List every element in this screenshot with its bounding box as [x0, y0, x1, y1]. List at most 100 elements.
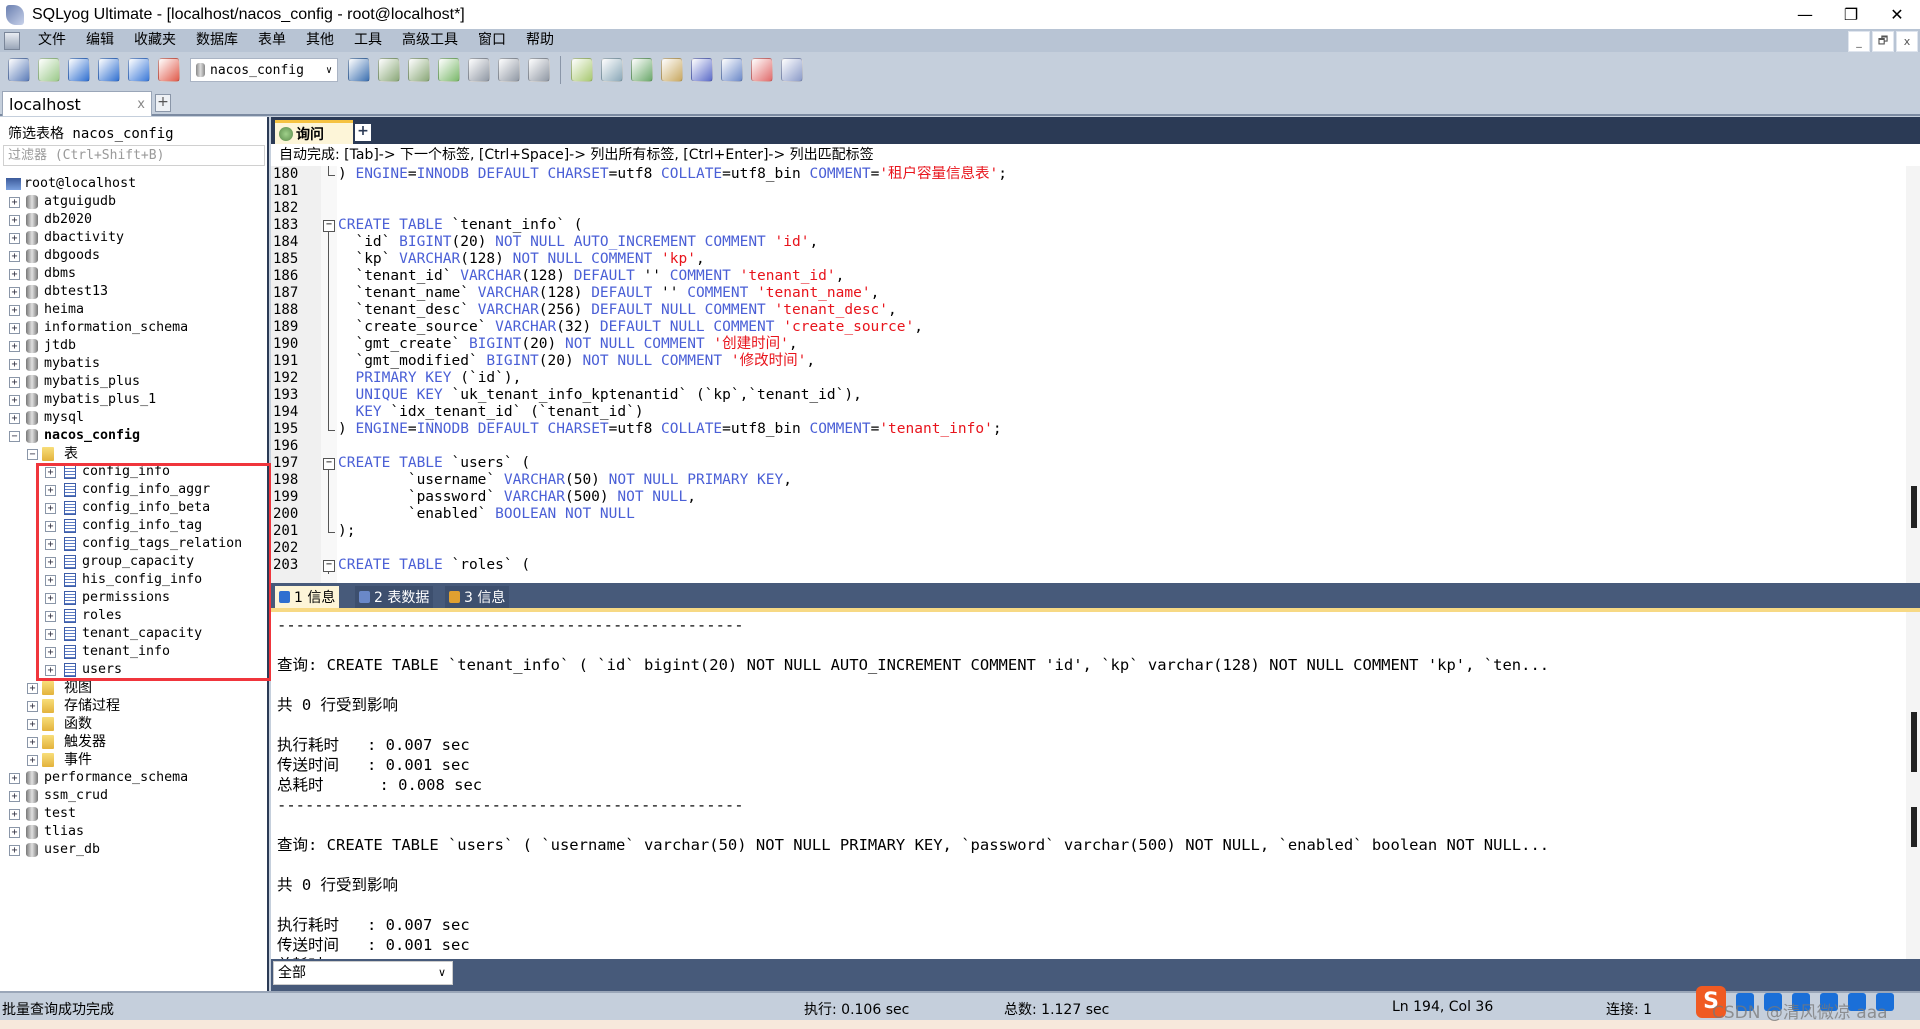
- tree-item[interactable]: + mybatis_plus: [0, 373, 267, 391]
- menu-item[interactable]: 高级工具: [392, 29, 468, 52]
- tree-item[interactable]: + dbgoods: [0, 247, 267, 265]
- fold-toggle-icon[interactable]: [321, 557, 337, 574]
- scrollbar-thumb[interactable]: [1911, 486, 1917, 528]
- expand-icon[interactable]: +: [27, 737, 38, 748]
- execute-query-icon[interactable]: [68, 58, 90, 82]
- schedule-icon[interactable]: [751, 58, 773, 82]
- tree-item[interactable]: − nacos_config: [0, 427, 267, 445]
- tree-item[interactable]: + tlias: [0, 823, 267, 841]
- tree-item[interactable]: + mybatis_plus_1: [0, 391, 267, 409]
- expand-icon[interactable]: +: [9, 251, 20, 262]
- expand-icon[interactable]: +: [9, 413, 20, 424]
- tree-item[interactable]: root@localhost: [0, 175, 267, 193]
- tree-item[interactable]: + dbms: [0, 265, 267, 283]
- tree-item[interactable]: + group_capacity: [0, 553, 267, 571]
- connection-manager-icon[interactable]: [8, 58, 30, 82]
- expand-icon[interactable]: +: [9, 197, 20, 208]
- menu-item[interactable]: 帮助: [516, 29, 564, 52]
- database-select[interactable]: nacos_config ∨: [190, 58, 338, 82]
- tree-item[interactable]: + config_info_aggr: [0, 481, 267, 499]
- expand-icon[interactable]: +: [27, 701, 38, 712]
- expand-icon[interactable]: +: [45, 629, 56, 640]
- expand-icon[interactable]: +: [45, 503, 56, 514]
- tree-item[interactable]: + mybatis: [0, 355, 267, 373]
- tree-item[interactable]: + mysql: [0, 409, 267, 427]
- menu-item[interactable]: 窗口: [468, 29, 516, 52]
- table-data-icon[interactable]: [498, 58, 520, 82]
- menu-item[interactable]: 其他: [296, 29, 344, 52]
- result-tab[interactable]: 2 表数据: [355, 586, 434, 608]
- expand-icon[interactable]: +: [9, 359, 20, 370]
- expand-icon[interactable]: +: [9, 377, 20, 388]
- expand-icon[interactable]: +: [45, 467, 56, 478]
- user-manager-icon[interactable]: [348, 58, 370, 82]
- expand-icon[interactable]: +: [27, 683, 38, 694]
- tree-item[interactable]: + users: [0, 661, 267, 679]
- tree-item[interactable]: + ssm_crud: [0, 787, 267, 805]
- tree-item[interactable]: + 存储过程: [0, 697, 267, 715]
- minimize-button[interactable]: —: [1782, 0, 1828, 29]
- execute-all-icon[interactable]: [98, 58, 120, 82]
- result-tab[interactable]: 1 信息: [275, 586, 340, 608]
- close-button[interactable]: ✕: [1874, 0, 1920, 29]
- report-icon[interactable]: [721, 58, 743, 82]
- expand-icon[interactable]: +: [45, 485, 56, 496]
- expand-icon[interactable]: +: [27, 755, 38, 766]
- scrollbar-thumb[interactable]: [1911, 712, 1917, 772]
- expand-icon[interactable]: +: [45, 557, 56, 568]
- compare-icon[interactable]: [631, 58, 653, 82]
- tree-item[interactable]: + user_db: [0, 841, 267, 859]
- result-tab[interactable]: 3 信息: [445, 586, 510, 608]
- tree-item[interactable]: + his_config_info: [0, 571, 267, 589]
- collapse-icon[interactable]: −: [9, 431, 20, 442]
- expand-icon[interactable]: +: [9, 395, 20, 406]
- menu-item[interactable]: 表单: [248, 29, 296, 52]
- tree-item[interactable]: + dbtest13: [0, 283, 267, 301]
- expand-icon[interactable]: +: [9, 827, 20, 838]
- tree-item[interactable]: + roles: [0, 607, 267, 625]
- expand-icon[interactable]: +: [9, 341, 20, 352]
- expand-icon[interactable]: +: [9, 233, 20, 244]
- tree-item[interactable]: + 函数: [0, 715, 267, 733]
- db-sync-icon[interactable]: [601, 58, 623, 82]
- menu-item[interactable]: 工具: [344, 29, 392, 52]
- tab-query[interactable]: 询问: [275, 120, 353, 144]
- backup-icon[interactable]: [378, 58, 400, 82]
- tree-item[interactable]: + permissions: [0, 589, 267, 607]
- result-filter-select[interactable]: 全部 ∨: [273, 961, 453, 985]
- tree-item[interactable]: + 视图: [0, 679, 267, 697]
- tree-item[interactable]: + 事件: [0, 751, 267, 769]
- tree-item[interactable]: + config_info_beta: [0, 499, 267, 517]
- query-builder-icon[interactable]: [691, 58, 713, 82]
- menu-item[interactable]: 文件: [28, 29, 76, 52]
- import-icon[interactable]: [438, 58, 460, 82]
- sql-editor[interactable]: 180) ENGINE=INNODB DEFAULT CHARSET=utf8 …: [271, 166, 1920, 583]
- tree-item[interactable]: + config_info: [0, 463, 267, 481]
- expand-icon[interactable]: +: [9, 215, 20, 226]
- tree-item[interactable]: − 表: [0, 445, 267, 463]
- fold-toggle-icon[interactable]: [321, 217, 337, 234]
- expand-icon[interactable]: +: [9, 287, 20, 298]
- close-tab-icon[interactable]: x: [137, 97, 145, 112]
- expand-icon[interactable]: +: [9, 791, 20, 802]
- tree-item[interactable]: + information_schema: [0, 319, 267, 337]
- menu-item[interactable]: 收藏夹: [124, 29, 186, 52]
- expand-icon[interactable]: +: [45, 611, 56, 622]
- expand-icon[interactable]: +: [9, 809, 20, 820]
- tree-item[interactable]: + config_info_tag: [0, 517, 267, 535]
- expand-icon[interactable]: +: [9, 269, 20, 280]
- sql-script-icon[interactable]: [571, 58, 593, 82]
- schema-designer-icon[interactable]: [158, 58, 180, 82]
- mdi-minimize-button[interactable]: _: [1848, 31, 1870, 52]
- tree-item[interactable]: + performance_schema: [0, 769, 267, 787]
- expand-icon[interactable]: +: [9, 845, 20, 856]
- scrollbar-thumb[interactable]: [1911, 807, 1917, 847]
- expand-icon[interactable]: +: [9, 323, 20, 334]
- expand-icon[interactable]: +: [45, 521, 56, 532]
- mdi-restore-button[interactable]: 🗗: [1872, 31, 1894, 52]
- execute-edit-icon[interactable]: [128, 58, 150, 82]
- restore-button[interactable]: ❐: [1828, 0, 1874, 29]
- fold-toggle-icon[interactable]: [321, 455, 337, 472]
- tree-item[interactable]: + jtdb: [0, 337, 267, 355]
- copy-table-icon[interactable]: [528, 58, 550, 82]
